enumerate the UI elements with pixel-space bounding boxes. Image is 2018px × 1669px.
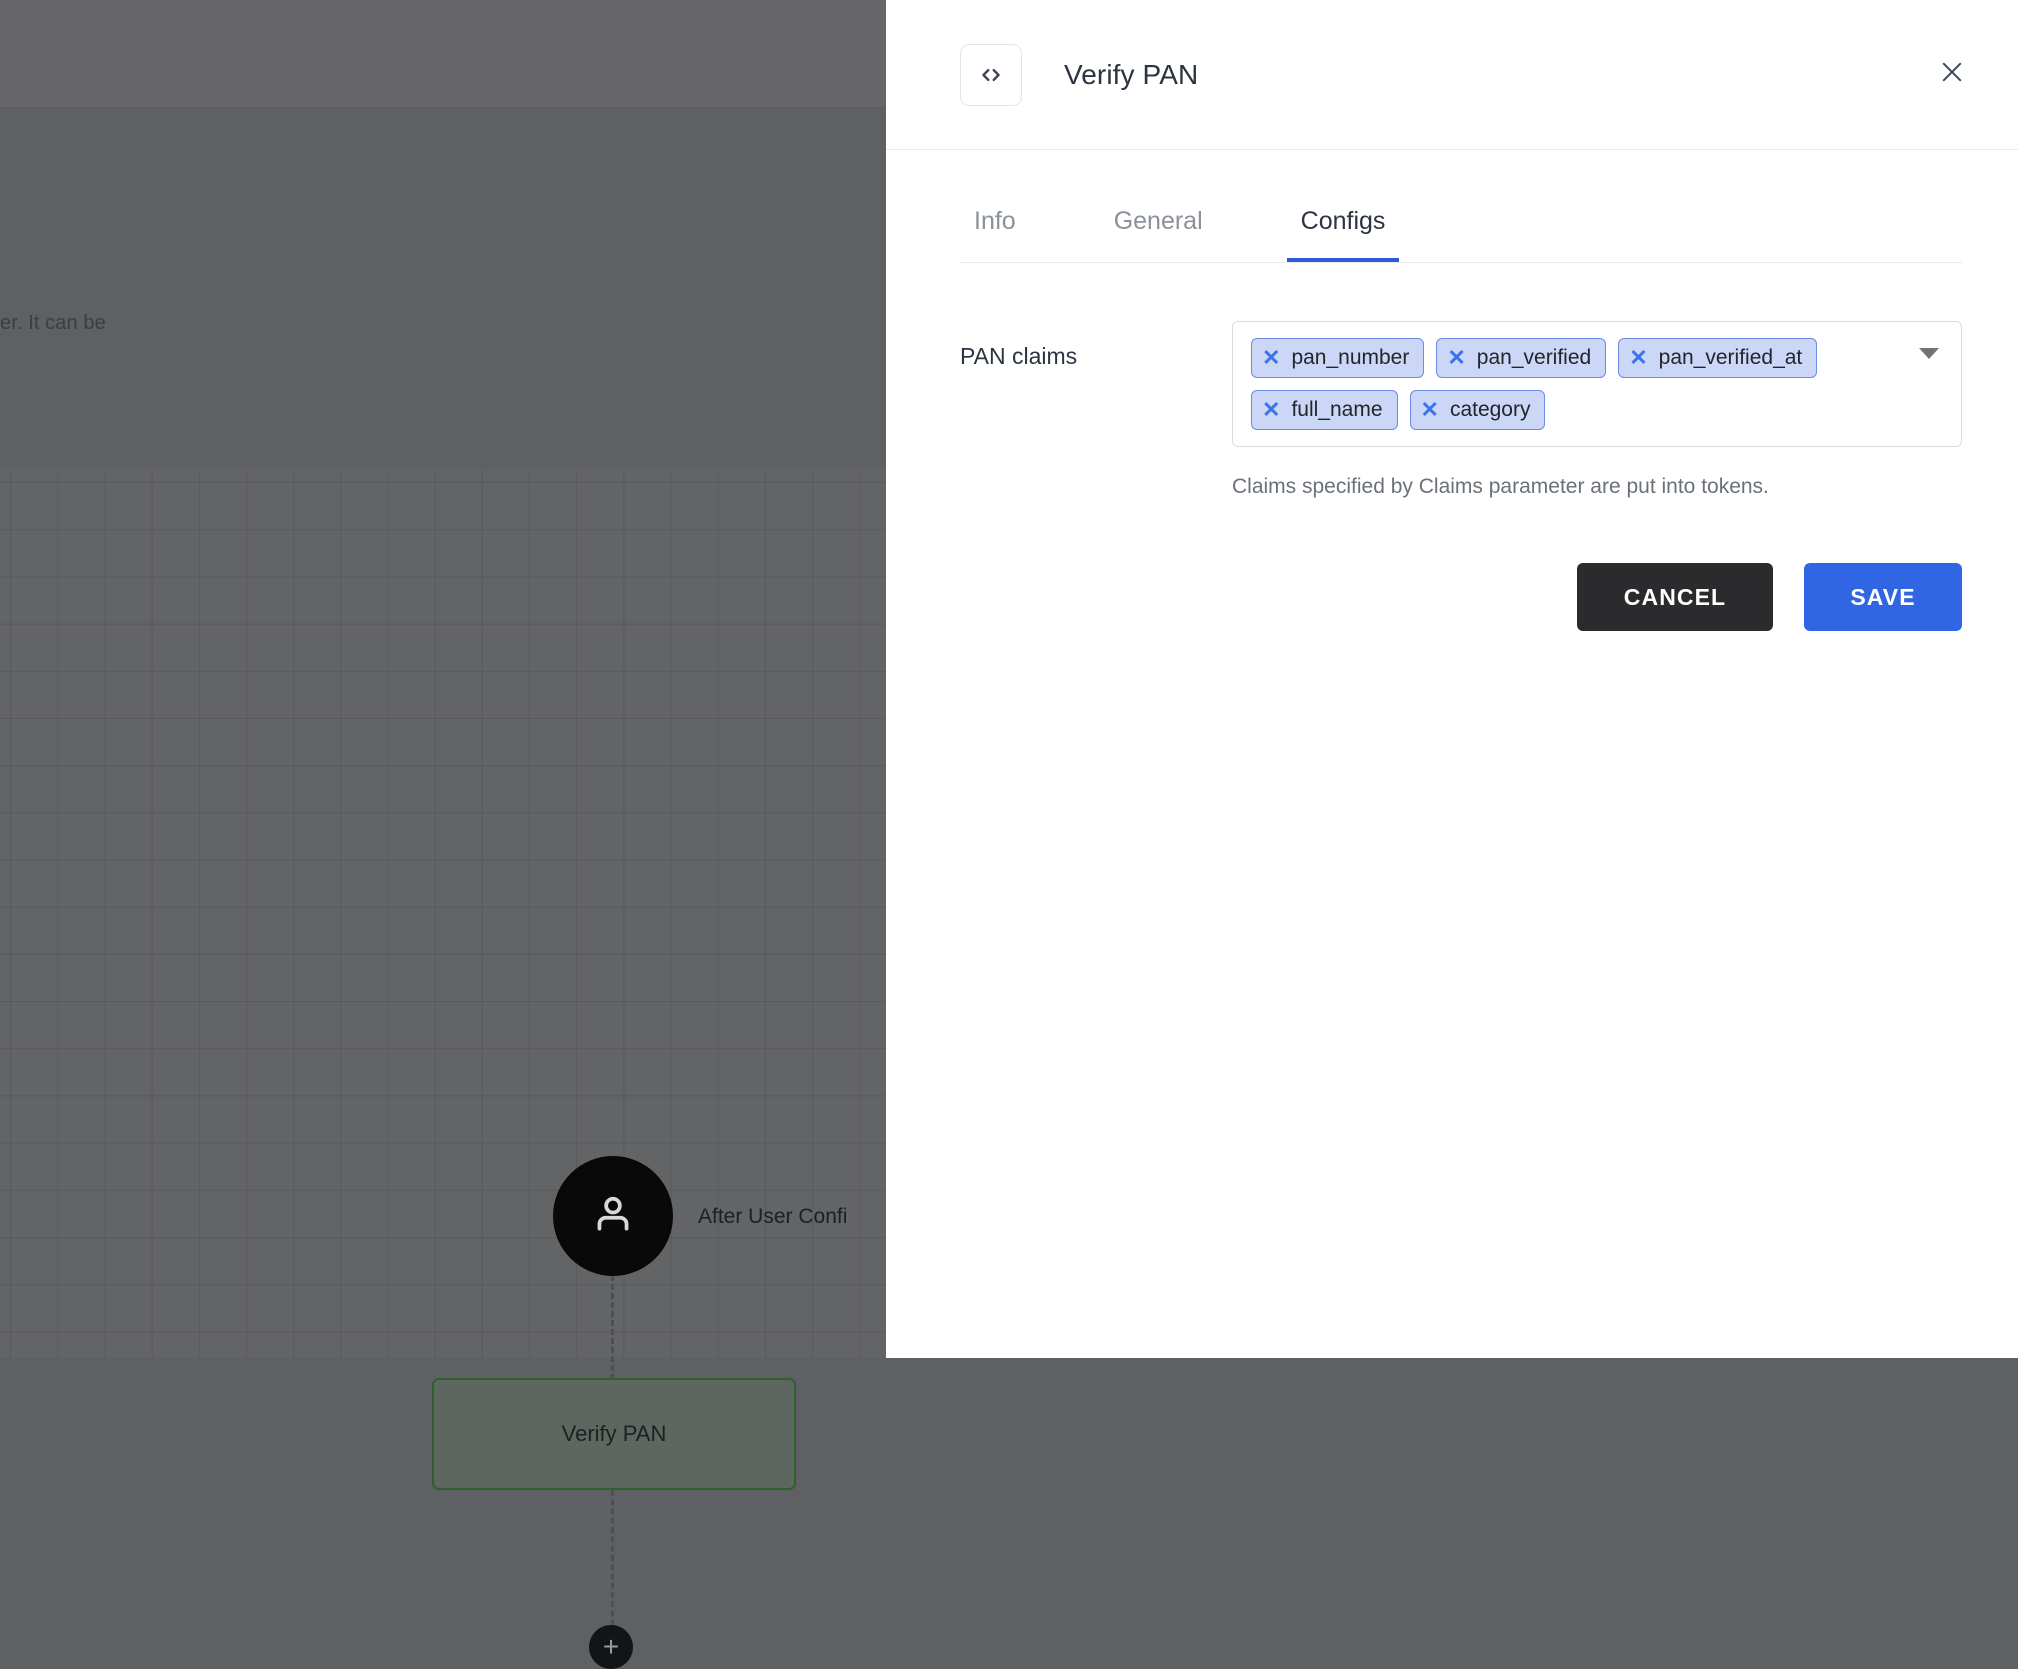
flow-canvas[interactable]: After User Confi Verify PAN + [0,470,886,1358]
chip-label: pan_number [1291,346,1409,370]
close-icon[interactable] [1930,50,1974,94]
chevron-down-icon[interactable] [1919,348,1939,359]
chip-remove-icon[interactable]: ✕ [1421,399,1439,421]
chip-pan-number[interactable]: ✕ pan_number [1251,338,1424,378]
chip-pan-verified[interactable]: ✕ pan_verified [1436,338,1606,378]
flow-connector-bottom [611,1490,614,1635]
page-title: Verify PAN [1064,59,1198,91]
drawer-header: Verify PAN [886,0,2018,150]
tab-configs[interactable]: Configs [1287,207,1400,262]
pan-claims-helper-text: Claims specified by Claims parameter are… [1232,475,1962,499]
user-icon [588,1189,638,1244]
chip-full-name[interactable]: ✕ full_name [1251,390,1398,430]
code-brackets-icon [960,44,1022,106]
background-subheader [0,109,886,469]
cancel-button[interactable]: CANCEL [1577,563,1773,631]
chip-remove-icon[interactable]: ✕ [1262,347,1280,369]
chip-category[interactable]: ✕ category [1410,390,1546,430]
flow-connector-top [611,1275,614,1380]
user-node[interactable] [553,1156,673,1276]
flow-node-label: Verify PAN [562,1421,667,1447]
chip-label: pan_verified [1477,346,1591,370]
form-actions: CANCEL SAVE [1232,563,1962,631]
save-button[interactable]: SAVE [1804,563,1962,631]
tab-general[interactable]: General [1100,207,1217,262]
pan-claims-field: ✕ pan_number ✕ pan_verified ✕ pan_verifi… [1232,321,1962,631]
user-node-label: After User Confi [698,1205,847,1229]
drawer-tabs: Info General Configs [960,150,1962,263]
pan-claims-multiselect[interactable]: ✕ pan_number ✕ pan_verified ✕ pan_verifi… [1232,321,1962,447]
background-topbar [0,0,886,108]
flow-node-verify-pan[interactable]: Verify PAN [432,1378,796,1490]
plus-icon: + [603,1633,619,1661]
tab-info[interactable]: Info [960,207,1030,262]
pan-claims-label: PAN claims [960,321,1232,370]
verify-pan-drawer: Verify PAN Info General Configs PAN clai… [886,0,2018,1358]
chip-remove-icon[interactable]: ✕ [1262,399,1280,421]
chip-label: full_name [1291,398,1382,422]
pan-claims-row: PAN claims ✕ pan_number ✕ pan_verified ✕… [960,321,1962,631]
chip-remove-icon[interactable]: ✕ [1629,347,1647,369]
add-node-button[interactable]: + [589,1625,633,1669]
chip-label: pan_verified_at [1659,346,1803,370]
chip-remove-icon[interactable]: ✕ [1447,347,1465,369]
chip-label: category [1450,398,1531,422]
configs-form: PAN claims ✕ pan_number ✕ pan_verified ✕… [886,321,2018,631]
background-description-text: er. It can be [0,312,106,335]
chip-pan-verified-at[interactable]: ✕ pan_verified_at [1618,338,1817,378]
